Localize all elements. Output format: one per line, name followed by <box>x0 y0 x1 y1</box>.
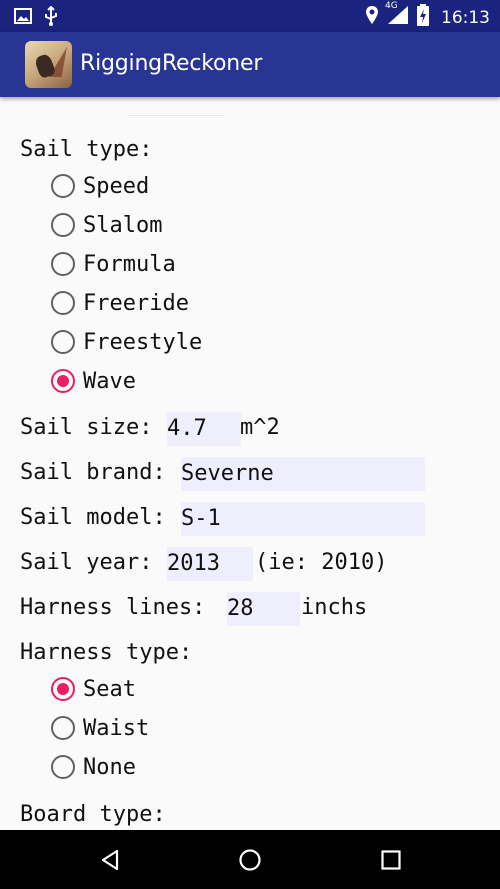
harness-lines-label: Harness lines: <box>20 595 206 620</box>
radio-unchecked-icon <box>51 716 75 740</box>
radio-label: Wave <box>83 368 136 394</box>
radio-label: Waist <box>83 715 150 741</box>
radio-harness-type-seat[interactable]: Seat <box>51 674 136 704</box>
radio-sail-type-freestyle[interactable]: Freestyle <box>51 327 202 357</box>
app-title: RiggingReckoner <box>80 51 263 76</box>
radio-label: Formula <box>83 251 176 277</box>
radio-label: None <box>83 754 136 780</box>
radio-harness-type-waist[interactable]: Waist <box>51 713 149 743</box>
radio-label: Slalom <box>83 212 163 238</box>
radio-unchecked-icon <box>51 252 75 276</box>
home-icon[interactable] <box>238 848 262 872</box>
radio-sail-type-formula[interactable]: Formula <box>51 249 176 279</box>
location-icon <box>365 5 379 30</box>
usb-icon <box>44 5 58 30</box>
app-bar: RiggingReckoner <box>0 32 500 97</box>
radio-label: Freestyle <box>83 329 203 355</box>
app-logo <box>25 41 72 88</box>
sail-brand-label: Sail brand: <box>20 460 166 485</box>
sail-year-input[interactable]: 2013 <box>167 547 253 581</box>
sail-year-hint: (ie: 2010) <box>255 550 388 575</box>
radio-sail-type-slalom[interactable]: Slalom <box>51 210 162 240</box>
navigation-bar <box>0 830 500 889</box>
harness-lines-unit: inchs <box>301 595 368 620</box>
sail-size-input[interactable]: 4.7 <box>167 412 241 446</box>
form-scroll-area[interactable]: Sail type: Speed Slalom Formula Freeride… <box>0 97 500 830</box>
status-time: 16:13 <box>441 7 490 28</box>
sail-model-label: Sail model: <box>20 505 166 530</box>
sail-year-label: Sail year: <box>20 550 153 575</box>
radio-label: Speed <box>83 173 150 199</box>
sail-size-label: Sail size: <box>20 415 153 440</box>
radio-sail-type-wave[interactable]: Wave <box>51 366 136 396</box>
radio-unchecked-icon <box>51 330 75 354</box>
radio-label: Seat <box>83 676 136 702</box>
top-divider <box>128 115 224 116</box>
sail-brand-input[interactable]: Severne <box>181 457 425 491</box>
harness-lines-input[interactable]: 28 <box>227 592 300 626</box>
radio-harness-type-none[interactable]: None <box>51 752 136 782</box>
radio-unchecked-icon <box>51 213 75 237</box>
radio-label: Freeride <box>83 290 189 316</box>
sail-type-label: Sail type: <box>20 137 153 162</box>
radio-checked-icon <box>51 369 75 393</box>
board-type-label: Board type: <box>20 802 166 827</box>
back-icon[interactable] <box>98 848 122 872</box>
image-icon <box>14 8 32 28</box>
network-type-label: 4G <box>385 1 398 11</box>
recents-icon[interactable] <box>379 848 403 872</box>
signal-icon: 4G <box>385 1 409 30</box>
status-bar: 4G 16:13 <box>0 0 500 32</box>
radio-sail-type-speed[interactable]: Speed <box>51 171 149 201</box>
radio-unchecked-icon <box>51 755 75 779</box>
sail-size-unit: m^2 <box>240 415 280 440</box>
battery-charging-icon <box>417 4 429 31</box>
harness-type-label: Harness type: <box>20 640 193 665</box>
radio-unchecked-icon <box>51 291 75 315</box>
radio-checked-icon <box>51 677 75 701</box>
radio-unchecked-icon <box>51 174 75 198</box>
radio-sail-type-freeride[interactable]: Freeride <box>51 288 189 318</box>
sail-model-input[interactable]: S-1 <box>181 502 425 536</box>
